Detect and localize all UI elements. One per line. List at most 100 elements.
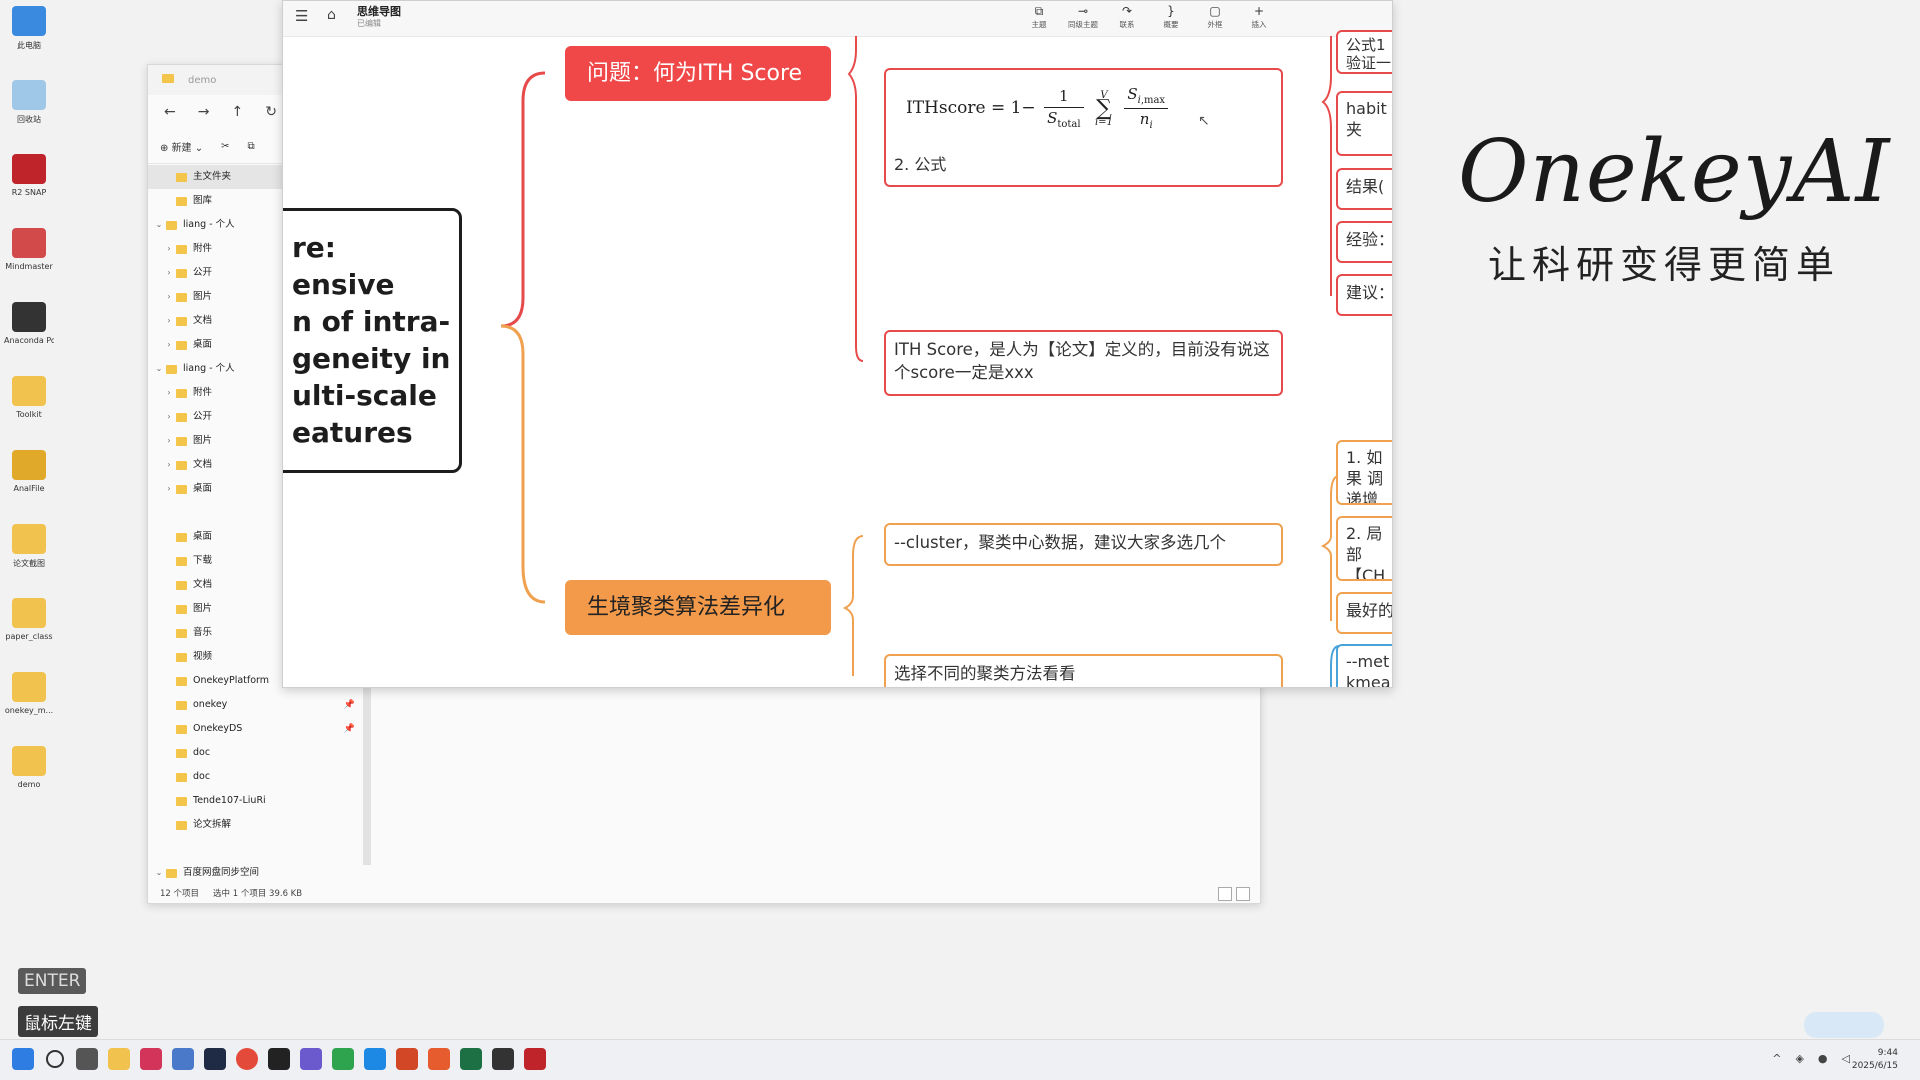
right-node-9[interactable]: --met kmea xyxy=(1336,644,1392,687)
chevron-icon[interactable]: › xyxy=(162,285,176,309)
toolbar-tool[interactable]: + 插入 xyxy=(1244,3,1274,30)
toolbar-tool[interactable]: ↷ 联系 xyxy=(1112,3,1142,30)
chevron-icon[interactable]: ⌄ xyxy=(152,357,166,381)
xmind-icon[interactable] xyxy=(428,1048,450,1070)
system-clock[interactable]: 9:44 2025/6/15 xyxy=(1852,1047,1898,1073)
toolbar-tool[interactable]: } 概要 xyxy=(1156,3,1186,30)
right-node-1[interactable]: 公式1 验证一 xyxy=(1336,30,1392,74)
chevron-icon[interactable]: › xyxy=(162,237,176,261)
cmd-icon[interactable] xyxy=(492,1048,514,1070)
powerpoint-icon[interactable] xyxy=(396,1048,418,1070)
folder-icon xyxy=(176,532,187,542)
cursor-icon: ↖ xyxy=(1198,113,1210,129)
app-icon-4[interactable] xyxy=(364,1048,386,1070)
right-node-7[interactable]: 2. 局部 【CH xyxy=(1336,516,1392,581)
right-node-6[interactable]: 1. 如果 调递增 xyxy=(1336,440,1392,505)
cluster-note-node[interactable]: --cluster，聚类中心数据，建议大家多选几个 xyxy=(884,523,1283,566)
refresh-icon[interactable]: ↻ xyxy=(265,104,277,120)
folder-icon xyxy=(176,388,187,398)
sidebar-item[interactable]: doc xyxy=(148,765,363,789)
snap-icon[interactable] xyxy=(524,1048,546,1070)
formula-node[interactable]: ITHscore = 1− 1 Stotal V ∑ i=1 Si,max ni 2. … xyxy=(884,68,1283,187)
sidebar-item xyxy=(148,837,363,861)
up-arrow-icon[interactable]: ↑ xyxy=(231,104,243,120)
desktop-icon[interactable]: Anaconda Powersh... xyxy=(4,302,54,376)
start-icon[interactable] xyxy=(12,1048,34,1070)
tiles-view-icon[interactable] xyxy=(1236,887,1250,901)
toolbar-tool[interactable]: ▢ 外框 xyxy=(1200,3,1230,30)
desktop-icon[interactable]: onekey_m... xyxy=(4,672,54,746)
new-button[interactable]: ⊕ 新建 ⌄ xyxy=(160,139,203,154)
desktop-icon[interactable]: Toolkit xyxy=(4,376,54,450)
chevron-icon[interactable]: › xyxy=(162,405,176,429)
chevron-icon[interactable]: ⌄ xyxy=(152,861,166,885)
terminal-icon[interactable] xyxy=(268,1048,290,1070)
desktop-icon[interactable]: Mindmaster xyxy=(4,228,54,302)
right-node-3[interactable]: 结果( xyxy=(1336,168,1392,210)
chevron-icon[interactable]: ⌄ xyxy=(152,213,166,237)
speaker-icon[interactable]: ◁ xyxy=(1842,1052,1850,1065)
chevron-icon[interactable]: › xyxy=(162,261,176,285)
topic-habitat-clustering[interactable]: 生境聚类算法差异化 xyxy=(565,580,831,635)
search-icon[interactable] xyxy=(46,1050,64,1068)
desktop-icon[interactable]: AnalFile xyxy=(4,450,54,524)
task-view-icon[interactable] xyxy=(76,1048,98,1070)
back-arrow-icon[interactable]: ← xyxy=(164,104,176,120)
chevron-up-icon[interactable]: ^ xyxy=(1772,1052,1781,1065)
sidebar-item[interactable]: doc xyxy=(148,741,363,765)
desktop-icon[interactable]: 回收站 xyxy=(4,80,54,154)
sidebar-item-label: 桌面 xyxy=(193,339,213,350)
desktop-icon[interactable]: paper_class xyxy=(4,598,54,672)
chevron-icon[interactable]: › xyxy=(162,309,176,333)
tool-label: 主题 xyxy=(1031,20,1047,29)
topic-ith-score[interactable]: 问题：何为ITH Score xyxy=(565,46,831,101)
pycharm-icon[interactable] xyxy=(204,1048,226,1070)
sidebar-item[interactable]: ⌄ 百度网盘同步空间 xyxy=(148,861,363,885)
right-node-4[interactable]: 经验： xyxy=(1336,221,1392,263)
chevron-icon[interactable]: › xyxy=(162,333,176,357)
right-node-8[interactable]: 最好的 xyxy=(1336,592,1392,634)
network-icon[interactable]: ◈ xyxy=(1795,1052,1803,1065)
wechat-icon[interactable] xyxy=(332,1048,354,1070)
central-topic-line: re: xyxy=(292,231,336,264)
excel-icon[interactable] xyxy=(460,1048,482,1070)
folder-icon xyxy=(166,868,177,878)
desktop-icon[interactable]: 此电脑 xyxy=(4,6,54,80)
folder-icon xyxy=(176,700,187,710)
right-node-2[interactable]: habit 夹 xyxy=(1336,91,1392,156)
chrome-icon[interactable] xyxy=(236,1048,258,1070)
desktop-icon[interactable]: demo xyxy=(4,746,54,820)
method-note-node[interactable]: 选择不同的聚类方法看看 xyxy=(884,654,1283,687)
chevron-icon[interactable]: › xyxy=(162,453,176,477)
cut-icon[interactable]: ✂ xyxy=(221,141,229,152)
app-icon-1[interactable] xyxy=(140,1048,162,1070)
folder-icon xyxy=(176,556,187,566)
ime-widget[interactable] xyxy=(1804,1012,1884,1038)
sidebar-item[interactable]: onekey 📌 xyxy=(148,693,363,717)
file-explorer-icon[interactable] xyxy=(108,1048,130,1070)
chevron-icon[interactable]: › xyxy=(162,429,176,453)
desktop-icon[interactable]: 论文截图 xyxy=(4,524,54,598)
forward-arrow-icon[interactable]: → xyxy=(198,104,210,120)
ith-note-node[interactable]: ITH Score，是人为【论文】定义的，目前没有说这个score一定是xxx xyxy=(884,330,1283,396)
mindmap-canvas[interactable]: re: ensive n of intra-geneity in ulti-scale… xyxy=(283,30,1392,687)
details-view-icon[interactable] xyxy=(1218,887,1232,901)
sidebar-item[interactable]: 论文拆解 xyxy=(148,813,363,837)
right-node-5[interactable]: 建议： xyxy=(1336,274,1392,316)
home-icon[interactable]: ⌂ xyxy=(327,7,336,23)
app-icon-3[interactable] xyxy=(300,1048,322,1070)
chevron-icon[interactable]: › xyxy=(162,477,176,501)
mic-icon[interactable]: ● xyxy=(1818,1052,1828,1065)
toolbar-tool[interactable]: ⊸ 同级主题 xyxy=(1068,3,1098,30)
copy-icon[interactable]: ⧉ xyxy=(248,141,255,152)
pin-icon: 📌 xyxy=(343,700,355,710)
sidebar-item[interactable]: OnekeyDS 📌 xyxy=(148,717,363,741)
desktop-icon[interactable]: R2 SNAP xyxy=(4,154,54,228)
central-topic[interactable]: re: ensive n of intra-geneity in ulti-scale… xyxy=(283,208,462,473)
menu-icon[interactable]: ☰ xyxy=(295,7,308,25)
tool-icon: + xyxy=(1253,4,1265,18)
app-icon-2[interactable] xyxy=(172,1048,194,1070)
sidebar-item[interactable]: Tende107-LiuRi xyxy=(148,789,363,813)
chevron-icon[interactable]: › xyxy=(162,381,176,405)
toolbar-tool[interactable]: ⧉ 主题 xyxy=(1024,3,1054,30)
